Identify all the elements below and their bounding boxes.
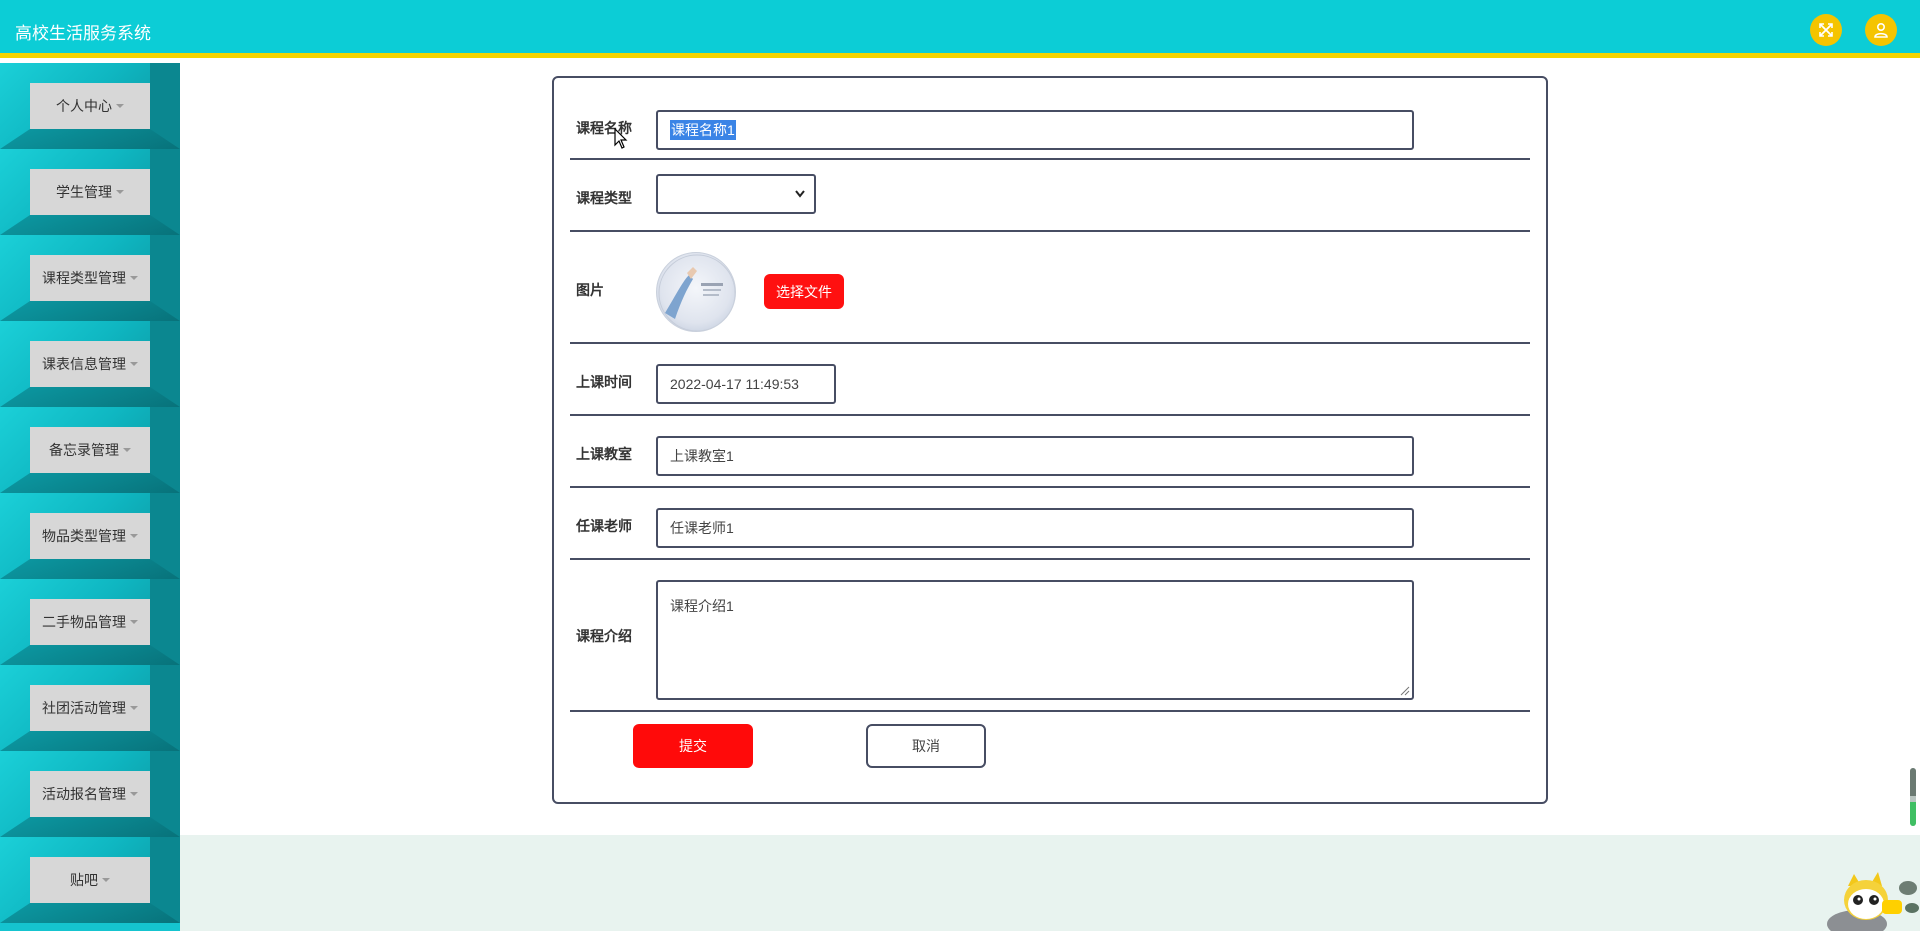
main-footer-area <box>180 835 1920 931</box>
sidebar-button[interactable]: 贴吧 <box>30 857 150 903</box>
teacher-label: 任课老师 <box>576 518 632 534</box>
sidebar-button[interactable]: 活动报名管理 <box>30 771 150 817</box>
sidebar-button[interactable]: 备忘录管理 <box>30 427 150 473</box>
sidebar-button[interactable]: 学生管理 <box>30 169 150 215</box>
sidebar-button[interactable]: 个人中心 <box>30 83 150 129</box>
sidebar-item-students[interactable]: 学生管理 <box>0 149 180 235</box>
caret-down-icon <box>130 620 138 624</box>
sidebar-item-second-hand[interactable]: 二手物品管理 <box>0 579 180 665</box>
sidebar-item-label: 学生管理 <box>56 184 112 200</box>
form-row-course-name: 课程名称 课程名称1 <box>570 78 1530 160</box>
sidebar-button[interactable]: 课表信息管理 <box>30 341 150 387</box>
submit-button[interactable]: 提交 <box>633 724 753 768</box>
sidebar-item-label: 个人中心 <box>56 98 112 114</box>
form-row-course-type: 课程类型 <box>570 160 1530 232</box>
user-menu-button[interactable] <box>1865 14 1897 46</box>
class-time-label: 上课时间 <box>576 374 632 390</box>
fullscreen-button[interactable] <box>1810 14 1842 46</box>
caret-down-icon <box>102 878 110 882</box>
course-type-select[interactable] <box>656 174 816 214</box>
caret-down-icon <box>123 448 131 452</box>
caret-down-icon <box>116 104 124 108</box>
sidebar-item-label: 贴吧 <box>70 872 98 888</box>
form-row-image: 图片 选择文件 <box>570 232 1530 344</box>
teacher-input[interactable]: 任课老师1 <box>656 508 1414 548</box>
sidebar-button[interactable]: 社团活动管理 <box>30 685 150 731</box>
sidebar-item-course-types[interactable]: 课程类型管理 <box>0 235 180 321</box>
course-name-input[interactable]: 课程名称1 <box>656 110 1414 150</box>
sidebar-item-item-types[interactable]: 物品类型管理 <box>0 493 180 579</box>
class-time-input[interactable]: 2022-04-17 11:49:53 <box>656 364 836 404</box>
course-type-label: 课程类型 <box>576 190 632 206</box>
form-row-class-time: 上课时间 2022-04-17 11:49:53 <box>570 344 1530 416</box>
fullscreen-icon <box>1819 23 1833 37</box>
resize-grip-icon[interactable] <box>1400 686 1410 696</box>
course-name-value: 课程名称1 <box>670 120 736 140</box>
user-icon <box>1874 22 1888 38</box>
image-label: 图片 <box>576 282 604 298</box>
sidebar: 个人中心 学生管理 课程类型管理 课表信息管理 备忘录管理 物品类型管理 二手物… <box>0 63 180 931</box>
sidebar-item-forum[interactable]: 贴吧 <box>0 837 180 923</box>
course-image-thumbnail <box>656 252 736 332</box>
caret-down-icon <box>130 276 138 280</box>
class-time-value: 2022-04-17 11:49:53 <box>670 376 799 392</box>
sidebar-item-label: 备忘录管理 <box>49 442 119 458</box>
image-preview <box>658 254 735 331</box>
sidebar-item-schedule[interactable]: 课表信息管理 <box>0 321 180 407</box>
classroom-input[interactable]: 上课教室1 <box>656 436 1414 476</box>
cancel-button[interactable]: 取消 <box>866 724 986 768</box>
top-header: 高校生活服务系统 <box>0 0 1920 58</box>
sidebar-item-label: 物品类型管理 <box>42 528 126 544</box>
app-title: 高校生活服务系统 <box>15 24 151 43</box>
teacher-value: 任课老师1 <box>670 520 734 536</box>
sidebar-item-label: 课表信息管理 <box>42 356 126 372</box>
mouse-cursor-icon <box>614 128 628 149</box>
sidebar-item-activity-signup[interactable]: 活动报名管理 <box>0 751 180 837</box>
sidebar-item-club-activities[interactable]: 社团活动管理 <box>0 665 180 751</box>
sidebar-button[interactable]: 物品类型管理 <box>30 513 150 559</box>
sidebar-item-personal-center[interactable]: 个人中心 <box>0 63 180 149</box>
caret-down-icon <box>130 792 138 796</box>
caret-down-icon <box>130 534 138 538</box>
course-form: 课程名称 课程名称1 课程类型 图片 选择文件 上课时间 2022-04-17 … <box>552 76 1548 804</box>
sidebar-button[interactable]: 课程类型管理 <box>30 255 150 301</box>
sidebar-item-label: 活动报名管理 <box>42 786 126 802</box>
classroom-value: 上课教室1 <box>670 448 734 464</box>
intro-label: 课程介绍 <box>576 628 632 644</box>
sidebar-button[interactable]: 二手物品管理 <box>30 599 150 645</box>
caret-down-icon <box>130 362 138 366</box>
caret-down-icon <box>130 706 138 710</box>
intro-textarea[interactable]: 课程介绍1 <box>656 580 1414 700</box>
sidebar-item-label: 课程类型管理 <box>42 270 126 286</box>
chevron-down-icon <box>795 190 805 198</box>
mascot-decoration <box>1827 872 1919 931</box>
page-scrollbar[interactable] <box>1910 768 1916 826</box>
sidebar-item-memo[interactable]: 备忘录管理 <box>0 407 180 493</box>
sidebar-item-label: 社团活动管理 <box>42 700 126 716</box>
caret-down-icon <box>116 190 124 194</box>
form-row-classroom: 上课教室 上课教室1 <box>570 416 1530 488</box>
choose-file-button[interactable]: 选择文件 <box>764 274 844 309</box>
intro-value: 课程介绍1 <box>670 598 734 614</box>
sidebar-item-label: 二手物品管理 <box>42 614 126 630</box>
form-row-teacher: 任课老师 任课老师1 <box>570 488 1530 560</box>
classroom-label: 上课教室 <box>576 446 632 462</box>
form-row-intro: 课程介绍 课程介绍1 <box>570 560 1530 712</box>
